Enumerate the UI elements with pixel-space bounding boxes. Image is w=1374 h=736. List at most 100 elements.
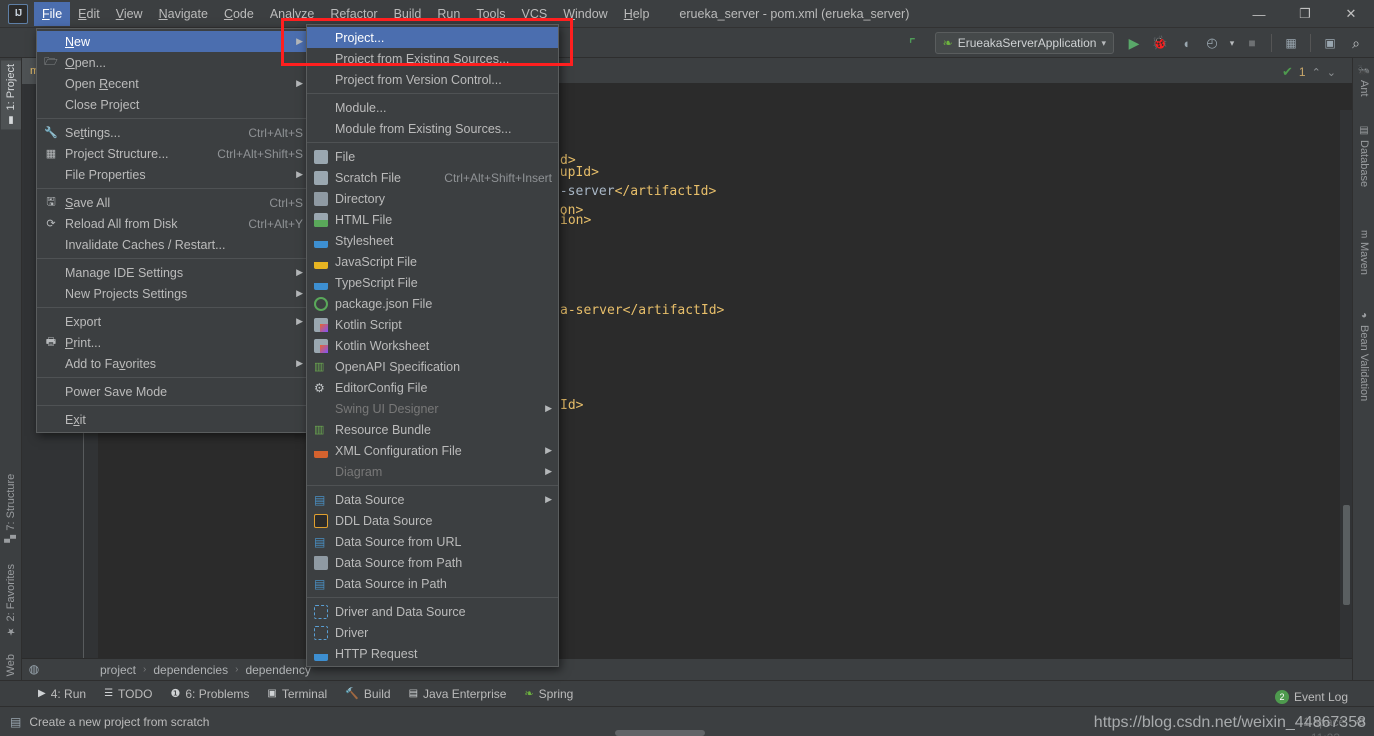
menubar-item-file[interactable]: File	[34, 1, 71, 26]
file-menu-item-invalidate-caches-restart[interactable]: Invalidate Caches / Restart...	[37, 234, 309, 255]
profiler-icon[interactable]: ◴	[1200, 31, 1224, 55]
new-menu-item-http-request[interactable]: HTTP Request	[307, 643, 558, 664]
profiler-chevron-down-icon[interactable]: ▾	[1226, 31, 1238, 55]
tool-window-terminal[interactable]: ▣ Terminal	[259, 685, 335, 703]
menubar-item-vcs[interactable]: VCS	[514, 2, 556, 26]
new-menu-item-module[interactable]: Module...	[307, 97, 558, 118]
new-menu-item-scratch-file[interactable]: Scratch File Ctrl+Alt+Shift+Insert	[307, 167, 558, 188]
file-menu-item-settings[interactable]: 🔧 Settings... Ctrl+Alt+S	[37, 122, 309, 143]
new-menu-item-ddl-data-source[interactable]: DDL Data Source	[307, 510, 558, 531]
file-menu-item-export[interactable]: Export ▶	[37, 311, 309, 332]
file-menu-item-file-properties[interactable]: File Properties ▶	[37, 164, 309, 185]
close-button[interactable]: ✕	[1328, 0, 1374, 28]
new-menu-item-data-source-in-path[interactable]: ▤ Data Source in Path	[307, 573, 558, 594]
sidebar-item-ant[interactable]: 🐜 Ant	[1354, 60, 1374, 101]
previous-problem-icon[interactable]: ⌃	[1312, 66, 1321, 79]
file-menu-item-new-projects-settings[interactable]: New Projects Settings ▶	[37, 283, 309, 304]
sidebar-item-structure[interactable]: ▚ 7: Structure	[1, 470, 21, 547]
file-menu-item-reload-all-from-disk[interactable]: ⟳ Reload All from Disk Ctrl+Alt+Y	[37, 213, 309, 234]
new-menu-item-swing-ui-designer[interactable]: Swing UI Designer ▶	[307, 398, 558, 419]
project-structure-icon[interactable]: ▦	[1279, 31, 1303, 55]
menubar-item-analyze[interactable]: Analyze	[262, 2, 322, 26]
file-menu-item-add-to-favorites[interactable]: Add to Favorites ▶	[37, 353, 309, 374]
file-menu-item-manage-ide-settings[interactable]: Manage IDE Settings ▶	[37, 262, 309, 283]
marker-track-scrollbar[interactable]	[1340, 110, 1352, 658]
file-menu-item-open-recent[interactable]: Open Recent ▶	[37, 73, 309, 94]
run-icon[interactable]: ▶	[1122, 31, 1146, 55]
menubar-item-code[interactable]: Code	[216, 2, 262, 26]
tool-window-spring[interactable]: ❧ Spring	[516, 685, 581, 703]
maximize-button[interactable]: ❐	[1282, 0, 1328, 28]
new-menu-item-javascript-file[interactable]: JavaScript File	[307, 251, 558, 272]
new-submenu-popup[interactable]: Project... Project from Existing Sources.…	[306, 24, 559, 667]
tool-window-todo[interactable]: ☰ TODO	[96, 685, 160, 703]
new-menu-item-diagram[interactable]: Diagram ▶	[307, 461, 558, 482]
sidebar-item-database[interactable]: ▤ Database	[1354, 121, 1374, 191]
new-menu-item-xml-configuration-file[interactable]: XML Configuration File ▶	[307, 440, 558, 461]
menubar-item-build[interactable]: Build	[386, 2, 430, 26]
tool-window-java-enterprise[interactable]: ▤ Java Enterprise	[401, 685, 515, 703]
update-project-icon[interactable]: ⌃	[898, 26, 932, 60]
new-menu-item-kotlin-script[interactable]: Kotlin Script	[307, 314, 558, 335]
ant-icon: 🐜	[1358, 64, 1370, 77]
menubar-item-window[interactable]: Window	[555, 2, 615, 26]
new-menu-item-file[interactable]: File	[307, 146, 558, 167]
file-menu-item-exit[interactable]: Exit	[37, 409, 309, 430]
new-menu-item-html-file[interactable]: HTML File	[307, 209, 558, 230]
new-menu-item-driver-and-data-source[interactable]: Driver and Data Source	[307, 601, 558, 622]
menubar-item-tools[interactable]: Tools	[468, 2, 513, 26]
run-configuration-selector[interactable]: ❧ ErueakaServerApplication ▾	[934, 32, 1114, 54]
new-menu-item-kotlin-worksheet[interactable]: Kotlin Worksheet	[307, 335, 558, 356]
menubar-item-run[interactable]: Run	[429, 2, 468, 26]
new-menu-item-data-source-from-url[interactable]: ▤ Data Source from URL	[307, 531, 558, 552]
breadcrumb-item-dependencies[interactable]: dependencies	[153, 663, 228, 677]
new-menu-item-data-source[interactable]: ▤ Data Source ▶	[307, 489, 558, 510]
tool-window-build[interactable]: 🔨 Build	[337, 685, 398, 703]
new-menu-item-driver[interactable]: Driver	[307, 622, 558, 643]
breadcrumb-item-dependency[interactable]: dependency	[245, 663, 310, 677]
menubar-item-refactor[interactable]: Refactor	[322, 2, 385, 26]
sidebar-item-favorites[interactable]: ★ 2: Favorites	[1, 560, 21, 640]
new-menu-item-module-from-existing-sources[interactable]: Module from Existing Sources...	[307, 118, 558, 139]
new-menu-item-project-from-version-control[interactable]: Project from Version Control...	[307, 69, 558, 90]
new-menu-item-resource-bundle[interactable]: ▥ Resource Bundle	[307, 419, 558, 440]
inspection-widget[interactable]: ✔ 1 ⌃ ⌄	[1282, 64, 1336, 80]
new-menu-item-project[interactable]: Project...	[307, 27, 558, 48]
sidebar-item-project[interactable]: ▮ 1: Project	[1, 60, 21, 130]
sidebar-item-maven[interactable]: m Maven	[1354, 226, 1374, 279]
next-problem-icon[interactable]: ⌄	[1327, 66, 1336, 79]
new-menu-item-openapi-specification[interactable]: ▥ OpenAPI Specification	[307, 356, 558, 377]
new-menu-item-stylesheet[interactable]: Stylesheet	[307, 230, 558, 251]
file-menu-popup[interactable]: New ▶ 🗁 Open... Open Recent ▶ Close Project 🔧 Se…	[36, 28, 310, 433]
horizontal-scrollbar[interactable]	[615, 730, 705, 736]
event-log-widget[interactable]: 2 Event Log	[1274, 690, 1348, 704]
settings-gear-icon[interactable]: ⚙	[1355, 715, 1366, 729]
new-menu-item-package-json-file[interactable]: package.json File	[307, 293, 558, 314]
tool-window-problems[interactable]: ❶ 6: Problems	[162, 685, 257, 703]
file-menu-item-power-save-mode[interactable]: Power Save Mode	[37, 381, 309, 402]
tool-window-run[interactable]: ▶ 4: Run	[30, 685, 94, 703]
menubar-item-view[interactable]: View	[108, 2, 151, 26]
scrollbar-thumb[interactable]	[1343, 505, 1350, 605]
sidebar-item-bean-validation[interactable]: ◕ Bean Validation	[1354, 306, 1374, 405]
debug-icon[interactable]: 🐞	[1148, 31, 1172, 55]
file-menu-item-project-structure[interactable]: ▦ Project Structure... Ctrl+Alt+Shift+S	[37, 143, 309, 164]
file-menu-item-new[interactable]: New ▶	[37, 31, 309, 52]
file-menu-item-open[interactable]: 🗁 Open...	[37, 52, 309, 73]
minimize-button[interactable]: —	[1236, 0, 1282, 28]
new-menu-item-project-from-existing-sources[interactable]: Project from Existing Sources...	[307, 48, 558, 69]
search-everywhere-icon[interactable]: ⌕	[1344, 31, 1368, 55]
new-menu-item-data-source-from-path[interactable]: Data Source from Path	[307, 552, 558, 573]
new-menu-item-editorconfig-file[interactable]: ⚙ EditorConfig File	[307, 377, 558, 398]
run-with-coverage-icon[interactable]: ◖	[1174, 31, 1198, 55]
console-icon[interactable]: ▣	[1318, 31, 1342, 55]
file-menu-item-close-project[interactable]: Close Project	[37, 94, 309, 115]
file-menu-item-print[interactable]: 🖶 Print...	[37, 332, 309, 353]
new-menu-item-directory[interactable]: Directory	[307, 188, 558, 209]
breadcrumb-item-project[interactable]: project	[100, 663, 136, 677]
menubar-item-help[interactable]: Help	[616, 2, 658, 26]
file-menu-item-save-all[interactable]: 🖫 Save All Ctrl+S	[37, 192, 309, 213]
menubar-item-navigate[interactable]: Navigate	[151, 2, 216, 26]
new-menu-item-typescript-file[interactable]: TypeScript File	[307, 272, 558, 293]
menubar-item-edit[interactable]: Edit	[70, 2, 108, 26]
